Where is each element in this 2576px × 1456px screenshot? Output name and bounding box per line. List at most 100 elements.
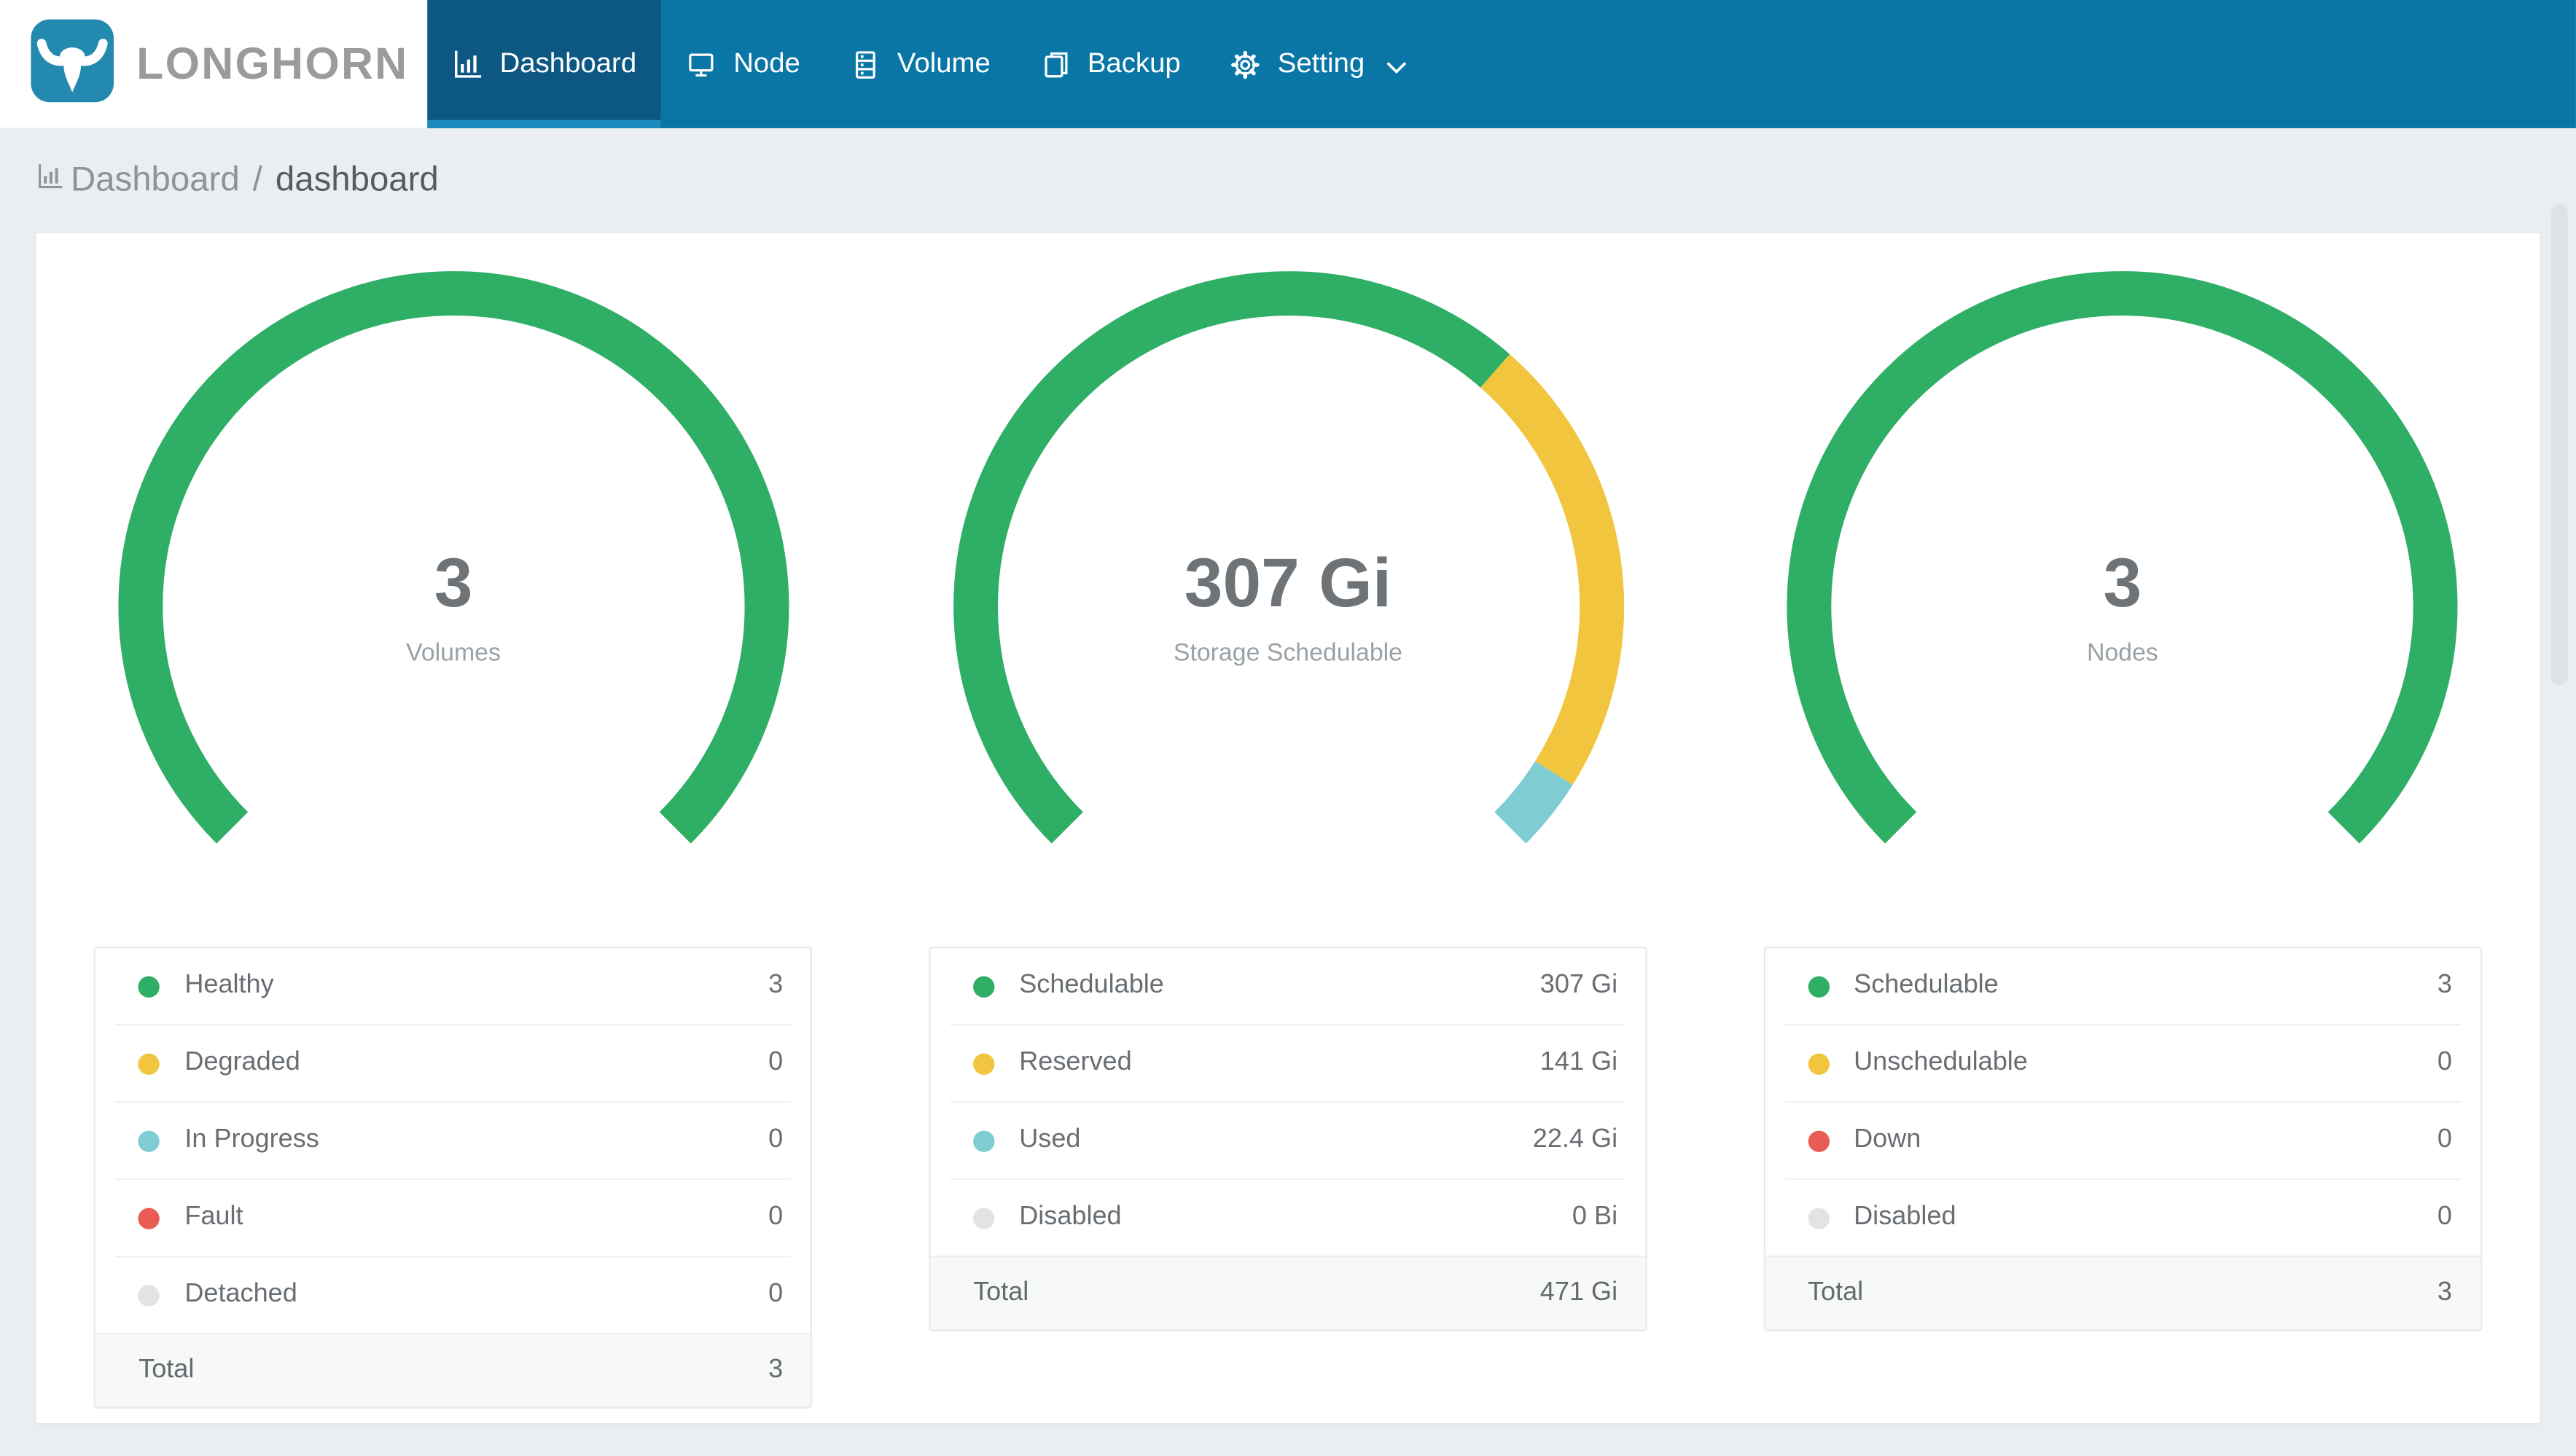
- legend-color-dot: [138, 1052, 160, 1074]
- longhorn-logo-icon: [30, 17, 115, 111]
- nodes-panel: 3 Nodes Schedulable 3 Unschedulable 0 Do…: [1705, 270, 2540, 1423]
- legend-label: Detached: [184, 1280, 297, 1309]
- gauge-arc-segment: [1787, 271, 2458, 844]
- gauge-ring: [953, 271, 1623, 844]
- tab-backup[interactable]: Backup: [1015, 0, 1206, 128]
- legend-color-dot: [1807, 1207, 1830, 1229]
- legend-label: Schedulable: [1854, 971, 1999, 1000]
- legend-value: 141 Gi: [1539, 1048, 1618, 1077]
- legend-row: Unschedulable 0: [1784, 1025, 2461, 1103]
- legend-color-dot: [1807, 1130, 1830, 1151]
- breadcrumb: Dashboard / dashboard: [0, 128, 2576, 233]
- legend-row: Down 0: [1784, 1103, 2461, 1181]
- nav-tabs: Dashboard Node Volume Backup Setting: [427, 0, 1432, 128]
- legend-value: 0: [768, 1048, 784, 1077]
- dashboard-icon: [452, 49, 483, 80]
- volumes-panel: 3 Volumes Healthy 3 Degraded 0 In Progre…: [36, 270, 871, 1423]
- gauge-ring: [118, 271, 789, 844]
- legend-value: 3: [2437, 971, 2453, 1000]
- legend-row: Schedulable 3: [1784, 948, 2461, 1026]
- breadcrumb-root-link[interactable]: Dashboard: [36, 161, 240, 200]
- chevron-down-icon: [1386, 60, 1407, 74]
- legend-color-dot: [1807, 1052, 1830, 1074]
- legend-total-label: Total: [138, 1355, 195, 1384]
- breadcrumb-chart-icon: [36, 161, 64, 200]
- legend-total-row: Total 471 Gi: [930, 1255, 1646, 1330]
- legend-row: Detached 0: [116, 1257, 792, 1333]
- gauge-arc-segment: [1493, 761, 1572, 844]
- legend-rows: Schedulable 3 Unschedulable 0 Down 0 Dis…: [1765, 948, 2480, 1256]
- nodes-gauge: 3 Nodes: [1786, 270, 2460, 944]
- top-navbar: LONGHORN Dashboard Node Volume Backup Se…: [0, 0, 2576, 128]
- gauge-arc-segment: [118, 271, 789, 844]
- legend-total-row: Total 3: [1765, 1255, 2481, 1330]
- legend-value: 0: [768, 1202, 784, 1232]
- legend-row: Degraded 0: [115, 1025, 792, 1103]
- tab-setting[interactable]: Setting: [1206, 0, 1432, 128]
- legend-color-dot: [138, 1130, 160, 1151]
- tab-volume[interactable]: Volume: [825, 0, 1015, 128]
- legend-label: Down: [1854, 1125, 1921, 1154]
- brand[interactable]: LONGHORN: [0, 0, 428, 128]
- breadcrumb-root-label: Dashboard: [70, 161, 240, 199]
- setting-gear-icon: [1230, 49, 1261, 80]
- legend-label: Degraded: [184, 1048, 300, 1077]
- tab-label: Node: [733, 47, 800, 79]
- tab-node[interactable]: Node: [661, 0, 825, 128]
- legend-value: 0 Bi: [1572, 1202, 1618, 1232]
- legend-row: Disabled 0 Bi: [951, 1180, 1626, 1256]
- legend-label: Unschedulable: [1854, 1048, 2028, 1077]
- legend-label: Fault: [184, 1202, 243, 1232]
- brand-name: LONGHORN: [136, 38, 409, 88]
- legend-color-dot: [138, 1207, 160, 1229]
- legend-row: Disabled 0: [1784, 1180, 2460, 1256]
- node-icon: [686, 49, 717, 80]
- legend-color-dot: [973, 975, 995, 997]
- legend-label: In Progress: [184, 1125, 319, 1154]
- legend-value: 0: [2437, 1202, 2453, 1232]
- legend-value: 22.4 Gi: [1532, 1125, 1618, 1154]
- storage-gauge: 307 Gi Storage Schedulable: [951, 270, 1625, 944]
- legend-label: Disabled: [1019, 1202, 1122, 1232]
- legend-total-value: 3: [768, 1355, 784, 1384]
- legend-value: 0: [768, 1280, 784, 1309]
- legend-value: 307 Gi: [1539, 971, 1618, 1000]
- volume-icon: [850, 49, 881, 80]
- legend-color-dot: [973, 1052, 995, 1074]
- tab-label: Backup: [1087, 47, 1181, 79]
- legend-value: 0: [768, 1125, 784, 1154]
- legend-row: Healthy 3: [115, 948, 792, 1026]
- storage-legend-table: Schedulable 307 Gi Reserved 141 Gi Used …: [929, 946, 1647, 1331]
- legend-label: Used: [1019, 1125, 1081, 1154]
- volumes-legend-table: Healthy 3 Degraded 0 In Progress 0 Fault…: [94, 946, 813, 1409]
- legend-total-value: 3: [2437, 1278, 2453, 1307]
- legend-row: In Progress 0: [115, 1103, 792, 1181]
- legend-color-dot: [1807, 975, 1830, 997]
- nodes-legend-table: Schedulable 3 Unschedulable 0 Down 0 Dis…: [1763, 946, 2482, 1331]
- breadcrumb-separator: /: [252, 161, 262, 199]
- tab-label: Setting: [1277, 47, 1365, 79]
- gauge-arc-segment: [1479, 354, 1623, 785]
- gauge-arc-segment: [953, 271, 1510, 844]
- legend-row: Reserved 141 Gi: [950, 1025, 1626, 1103]
- legend-total-row: Total 3: [95, 1332, 811, 1407]
- dashboard-card: 3 Volumes Healthy 3 Degraded 0 In Progre…: [36, 233, 2540, 1424]
- legend-rows: Schedulable 307 Gi Reserved 141 Gi Used …: [930, 948, 1645, 1256]
- legend-label: Healthy: [184, 971, 274, 1000]
- legend-value: 3: [768, 971, 784, 1000]
- legend-label: Reserved: [1019, 1048, 1132, 1077]
- storage-panel: 307 Gi Storage Schedulable Schedulable 3…: [871, 270, 1706, 1423]
- tab-dashboard[interactable]: Dashboard: [427, 0, 662, 128]
- page-scrollbar-thumb[interactable]: [2551, 203, 2568, 686]
- legend-total-label: Total: [1807, 1278, 1864, 1307]
- legend-label: Disabled: [1854, 1202, 1956, 1232]
- legend-color-dot: [973, 1207, 995, 1229]
- legend-color-dot: [138, 1284, 160, 1306]
- legend-label: Schedulable: [1019, 971, 1164, 1000]
- legend-row: Used 22.4 Gi: [950, 1103, 1626, 1181]
- gauge-ring: [1787, 271, 2458, 844]
- legend-color-dot: [138, 975, 160, 997]
- backup-icon: [1039, 49, 1071, 80]
- legend-rows: Healthy 3 Degraded 0 In Progress 0 Fault…: [96, 948, 811, 1333]
- breadcrumb-current-page: dashboard: [275, 161, 439, 199]
